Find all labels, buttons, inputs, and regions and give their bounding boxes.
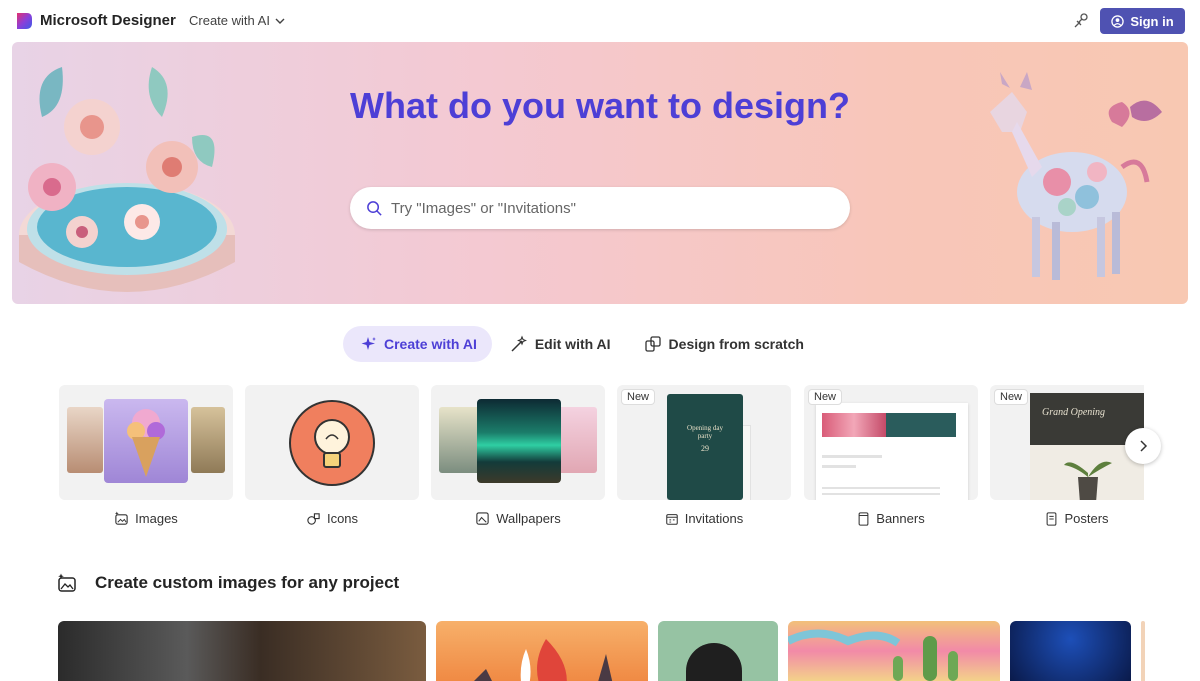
- category-label-row: Posters: [990, 511, 1144, 526]
- banner-icon: [858, 511, 869, 526]
- icon-shapes-icon: [307, 513, 320, 525]
- sparkle-icon: [361, 337, 376, 350]
- search-icon: [367, 200, 382, 216]
- wallpaper-icon: [476, 512, 489, 525]
- poster-title: Grand Opening: [1042, 407, 1106, 418]
- sign-in-button[interactable]: Sign in: [1100, 8, 1185, 34]
- user-circle-icon: [1111, 14, 1125, 28]
- share-icon[interactable]: [1072, 12, 1090, 30]
- tab-edit-with-ai[interactable]: Edit with AI: [492, 326, 626, 362]
- category-label-row: Invitations: [617, 511, 791, 526]
- invite-line-1: Opening day: [687, 424, 723, 432]
- category-card-icons[interactable]: Icons: [245, 385, 419, 535]
- calendar-icon: [665, 513, 678, 525]
- tab-label: Design from scratch: [668, 336, 804, 352]
- gallery-image-5[interactable]: [1010, 621, 1131, 681]
- magic-wand-icon: [511, 335, 527, 352]
- hero-banner: What do you want to design?: [12, 42, 1188, 304]
- top-bar: Microsoft Designer Create with AI Sign i…: [0, 0, 1200, 42]
- search-input[interactable]: [391, 199, 811, 217]
- category-label: Icons: [326, 511, 359, 526]
- gallery-image-2[interactable]: [436, 621, 648, 681]
- gallery-image-1[interactable]: [58, 621, 426, 681]
- mode-tabs: Create with AI Edit with AI Design from …: [343, 326, 819, 362]
- category-label: Images: [135, 511, 178, 526]
- category-label-row: Wallpapers: [431, 511, 605, 526]
- category-card-invitations[interactable]: Opening day party 29 New Invitations: [617, 385, 791, 535]
- section-title: Create custom images for any project: [95, 573, 400, 592]
- category-label: Wallpapers: [496, 511, 561, 526]
- search-bar[interactable]: [350, 187, 850, 229]
- new-badge: New: [621, 389, 656, 405]
- invite-line-2: party: [697, 432, 713, 440]
- poster-icon: [1047, 511, 1057, 526]
- icons-thumbnail: [245, 385, 419, 500]
- custom-images-section-header: Create custom images for any project: [57, 573, 399, 593]
- create-with-ai-menu[interactable]: Create with AI: [189, 13, 286, 28]
- design-shapes-icon: [644, 336, 661, 352]
- category-label: Posters: [1064, 511, 1109, 526]
- invitations-thumbnail: Opening day party 29 New: [617, 385, 791, 500]
- image-sparkle-icon: [115, 511, 128, 525]
- gallery-image-4[interactable]: [788, 621, 1000, 681]
- new-badge: New: [994, 389, 1029, 405]
- category-card-wallpapers[interactable]: Wallpapers: [431, 385, 605, 535]
- chevron-down-icon: [275, 18, 285, 24]
- images-thumbnail: [59, 385, 233, 500]
- image-sparkle-icon: [58, 573, 76, 592]
- tab-label: Create with AI: [384, 336, 477, 352]
- tab-design-from-scratch[interactable]: Design from scratch: [626, 326, 819, 362]
- category-card-banners[interactable]: New Banners: [804, 385, 978, 535]
- brand-name[interactable]: Microsoft Designer: [40, 12, 176, 29]
- sign-in-label: Sign in: [1130, 13, 1174, 29]
- category-label: Banners: [876, 511, 925, 526]
- category-card-posters[interactable]: Grand Opening New Posters: [990, 385, 1144, 535]
- wallpapers-thumbnail: [431, 385, 605, 500]
- deer-illustration: [990, 72, 1162, 280]
- chevron-right-icon: [1140, 440, 1148, 452]
- tab-label: Edit with AI: [534, 336, 611, 352]
- category-label-row: Icons: [245, 511, 419, 526]
- banners-thumbnail: New: [804, 385, 978, 500]
- tab-create-with-ai[interactable]: Create with AI: [343, 326, 492, 362]
- category-label-row: Images: [59, 511, 233, 526]
- create-menu-label: Create with AI: [189, 13, 270, 28]
- new-badge: New: [808, 389, 843, 405]
- category-card-images[interactable]: Images: [59, 385, 233, 535]
- invite-day: 29: [701, 444, 709, 453]
- carousel-next-button[interactable]: [1125, 428, 1161, 464]
- posters-thumbnail: Grand Opening New: [990, 385, 1144, 500]
- category-label-row: Banners: [804, 511, 978, 526]
- gallery-image-6[interactable]: [1141, 621, 1145, 681]
- designer-logo-icon[interactable]: [15, 12, 33, 30]
- category-label: Invitations: [684, 511, 744, 526]
- gallery-image-3[interactable]: [658, 621, 778, 681]
- category-carousel: Images Icons Wallpapers Opening day part…: [59, 385, 1144, 535]
